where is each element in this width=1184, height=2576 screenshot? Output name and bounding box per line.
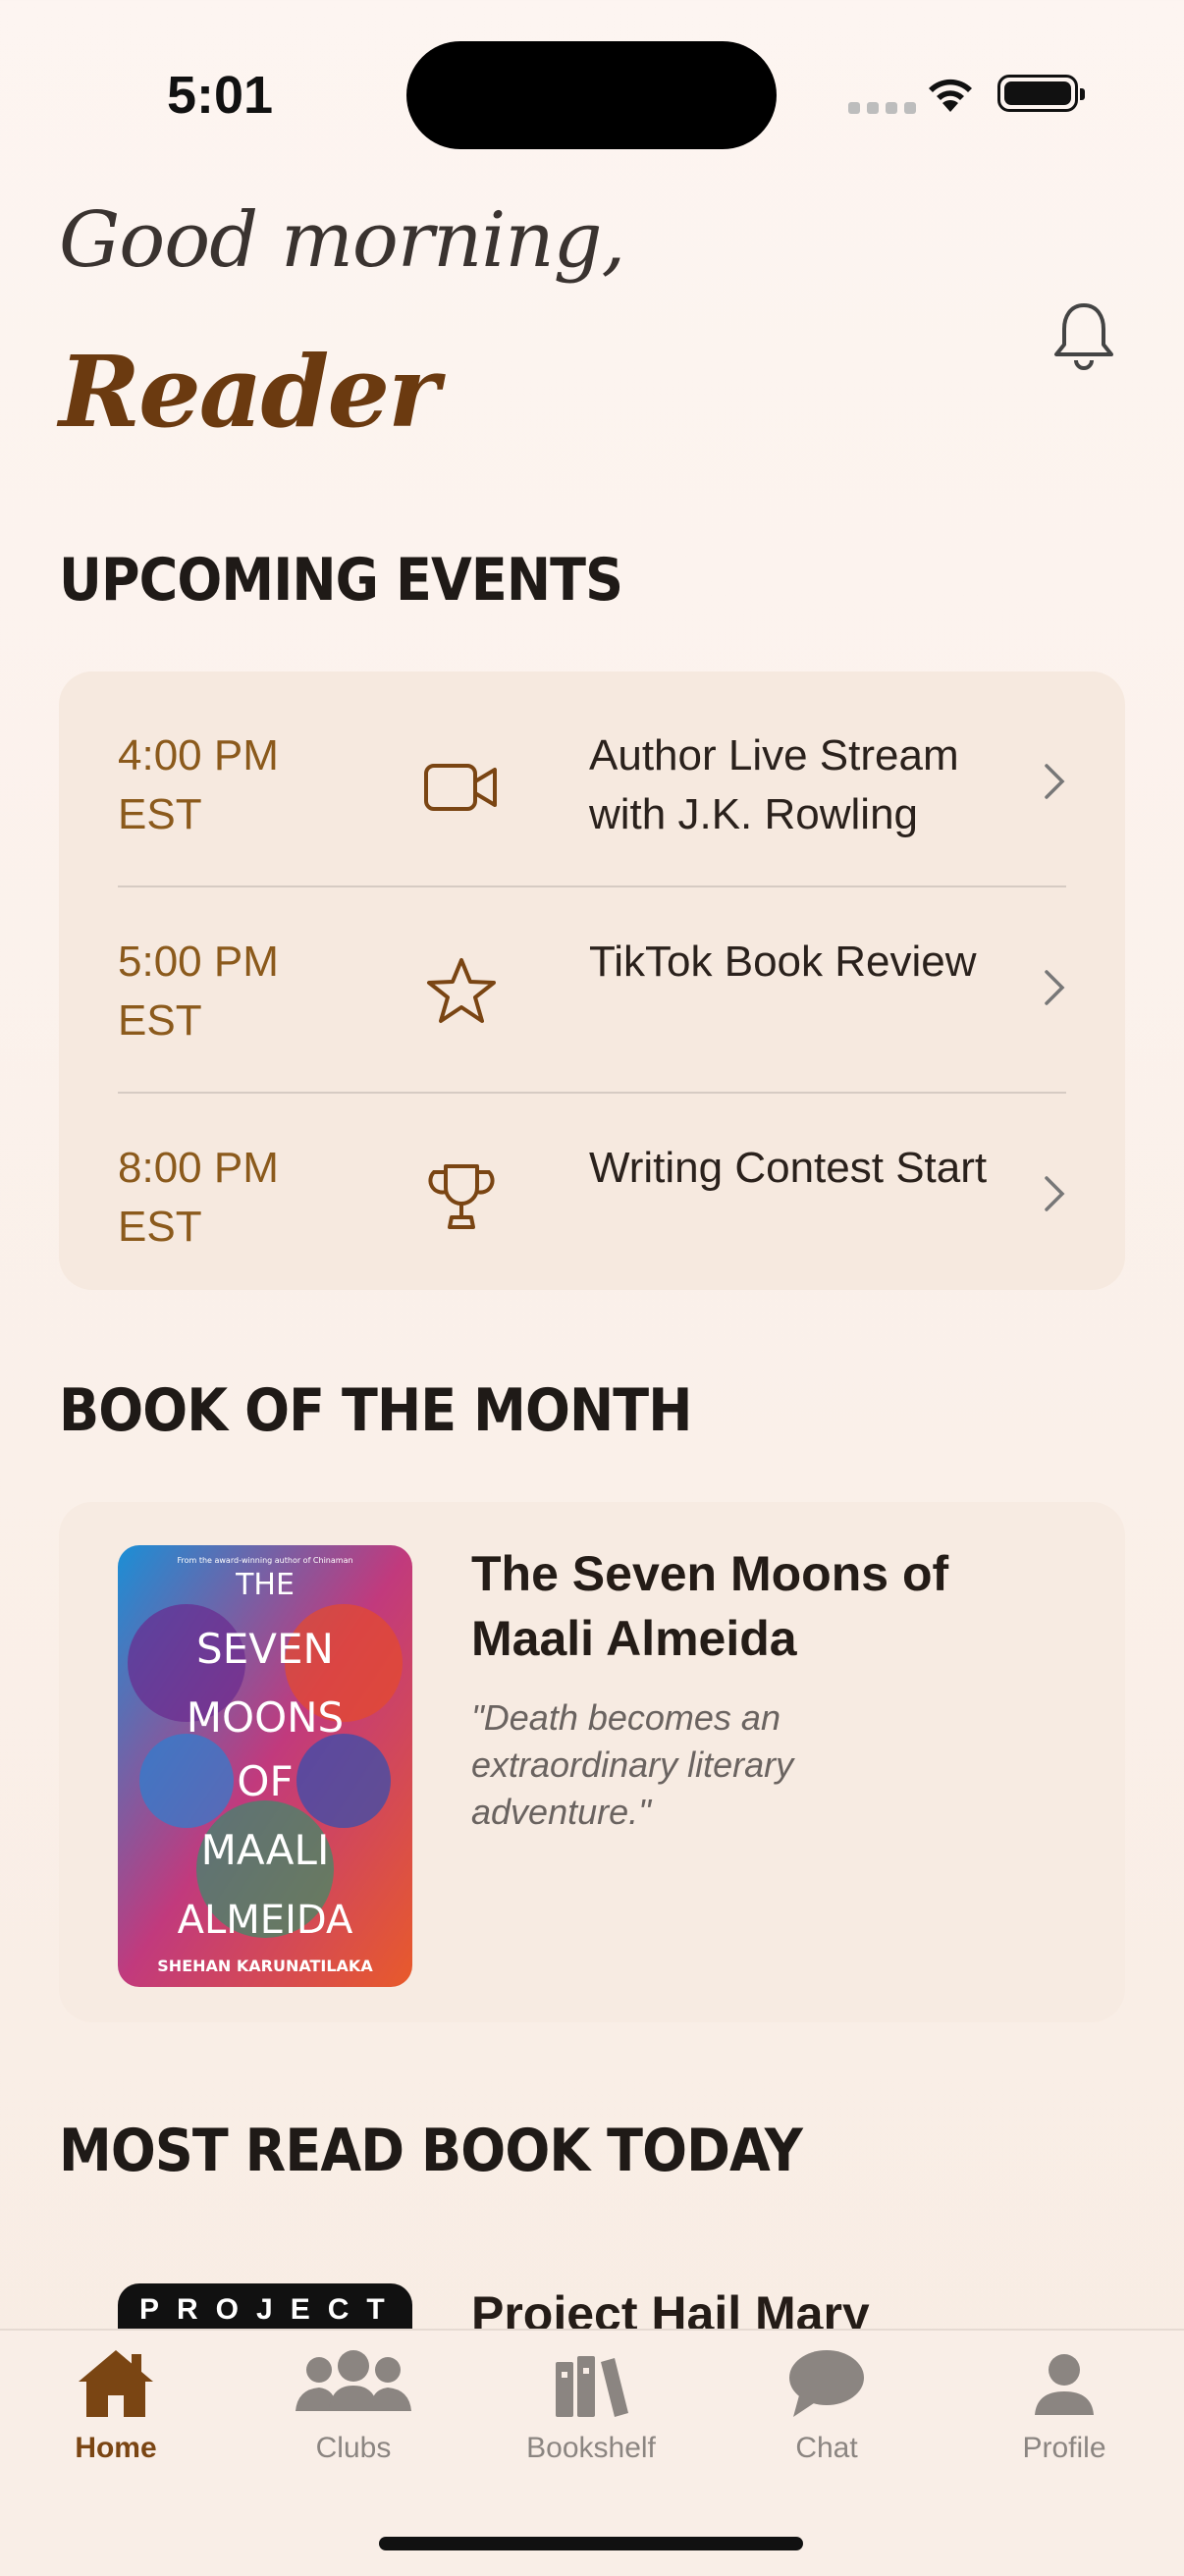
tab-label: Chat <box>795 2432 858 2464</box>
tab-clubs[interactable]: Clubs <box>255 2346 452 2465</box>
svg-text:From the award-winning author: From the award-winning author of Chinama… <box>177 1556 352 1565</box>
tab-chat[interactable]: Chat <box>728 2346 925 2465</box>
book-cover-art: From the award-winning author of Chinama… <box>118 1545 412 1987</box>
chat-bubble-icon <box>789 2350 864 2417</box>
tab-home[interactable]: Home <box>18 2346 214 2465</box>
wifi-icon <box>929 79 972 112</box>
notification-bell-icon[interactable] <box>1050 299 1117 370</box>
svg-text:OF: OF <box>237 1757 293 1805</box>
status-bar: 5:01 <box>0 0 1184 149</box>
home-indicator[interactable] <box>379 2537 803 2550</box>
section-title-upcoming-events: UPCOMING EVENTS <box>59 546 623 615</box>
event-title: TikTok Book Review <box>589 938 977 986</box>
star-icon <box>427 958 496 1023</box>
books-icon <box>556 2356 628 2417</box>
event-title: Writing Contest Start <box>589 1144 988 1192</box>
event-time: 5:00 PM EST <box>118 938 279 1045</box>
svg-text:MAALI: MAALI <box>201 1826 330 1874</box>
event-time: 8:00 PM EST <box>118 1144 279 1251</box>
book-of-month-card[interactable]: From the award-winning author of Chinama… <box>59 1502 1125 2022</box>
trophy-icon <box>428 1164 495 1229</box>
status-time: 5:01 <box>167 66 274 125</box>
svg-text:SHEHAN KARUNATILAKA: SHEHAN KARUNATILAKA <box>157 1957 373 1975</box>
event-row[interactable]: 4:00 PM EST Author Live Stream with J.K.… <box>118 681 1066 887</box>
tab-label: Profile <box>1022 2432 1106 2464</box>
tab-bookshelf[interactable]: Bookshelf <box>493 2346 689 2465</box>
user-name: Reader <box>59 334 440 450</box>
event-row[interactable]: 5:00 PM EST TikTok Book Review <box>118 887 1066 1094</box>
book-title: The Seven Moons of Maali Almeida <box>471 1546 949 1666</box>
chevron-right-icon <box>1045 1176 1065 1211</box>
book-cover[interactable]: From the award-winning author of Chinama… <box>118 1545 412 1987</box>
section-title-most-read: MOST READ BOOK TODAY <box>59 2117 803 2185</box>
events-card: 4:00 PM EST Author Live Stream with J.K.… <box>59 671 1125 1290</box>
cellular-signal-icon <box>848 102 916 114</box>
dynamic-island <box>406 41 777 149</box>
chevron-right-icon <box>1045 970 1065 1005</box>
people-icon <box>296 2350 411 2411</box>
svg-text:MOONS: MOONS <box>187 1693 344 1742</box>
event-row[interactable]: 8:00 PM EST Writing Contest Start <box>118 1094 1066 1300</box>
event-time: 4:00 PM EST <box>118 731 279 838</box>
svg-text:SEVEN: SEVEN <box>196 1625 334 1673</box>
greeting-text: Good morning, <box>59 196 625 285</box>
person-icon <box>1035 2354 1094 2415</box>
svg-text:THE: THE <box>235 1568 295 1602</box>
chevron-right-icon <box>1045 764 1065 799</box>
event-title: Author Live Stream with J.K. Rowling <box>589 731 959 838</box>
tab-label: Home <box>75 2432 157 2464</box>
section-title-book-of-the-month: BOOK OF THE MONTH <box>59 1376 692 1445</box>
tab-profile[interactable]: Profile <box>966 2346 1162 2465</box>
battery-icon <box>997 75 1085 112</box>
house-icon <box>79 2350 153 2417</box>
book-quote: "Death becomes an extraordinary literary… <box>471 1697 794 1832</box>
svg-text:ALMEIDA: ALMEIDA <box>178 1898 353 1943</box>
tab-label: Bookshelf <box>526 2432 656 2464</box>
video-camera-icon <box>424 764 497 811</box>
tab-label: Clubs <box>315 2432 392 2464</box>
cover-text: PROJECT <box>139 2293 403 2326</box>
